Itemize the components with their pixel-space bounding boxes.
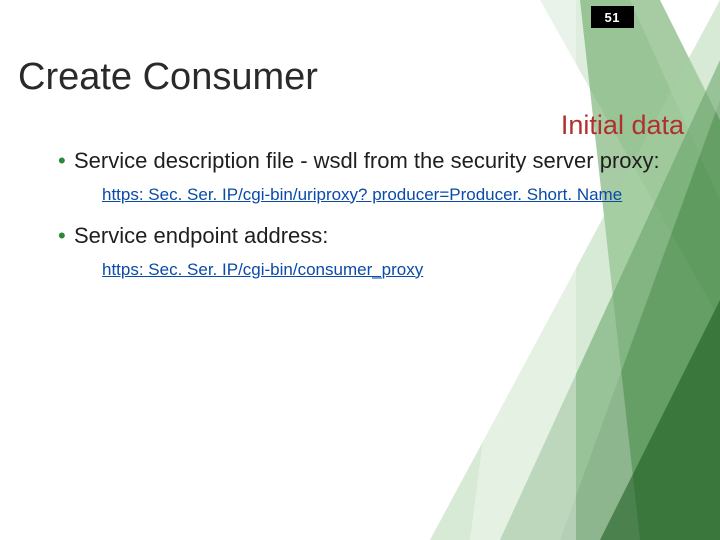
page-number-badge: 51 bbox=[591, 6, 634, 28]
endpoint-link[interactable]: https: Sec. Ser. IP/cgi-bin/consumer_pro… bbox=[102, 257, 690, 283]
slide-title: Create Consumer bbox=[18, 56, 318, 99]
bullet-item: • Service endpoint address: bbox=[58, 221, 690, 251]
slide-subtitle: Initial data bbox=[561, 110, 684, 141]
content-area: • Service description file - wsdl from t… bbox=[58, 146, 690, 296]
wsdl-link[interactable]: https: Sec. Ser. IP/cgi-bin/uriproxy? pr… bbox=[102, 182, 690, 208]
bullet-text: Service description file - wsdl from the… bbox=[74, 148, 660, 173]
bullet-dot-icon: • bbox=[58, 146, 66, 176]
bullet-item: • Service description file - wsdl from t… bbox=[58, 146, 690, 176]
bullet-dot-icon: • bbox=[58, 221, 66, 251]
bullet-text: Service endpoint address: bbox=[74, 223, 328, 248]
